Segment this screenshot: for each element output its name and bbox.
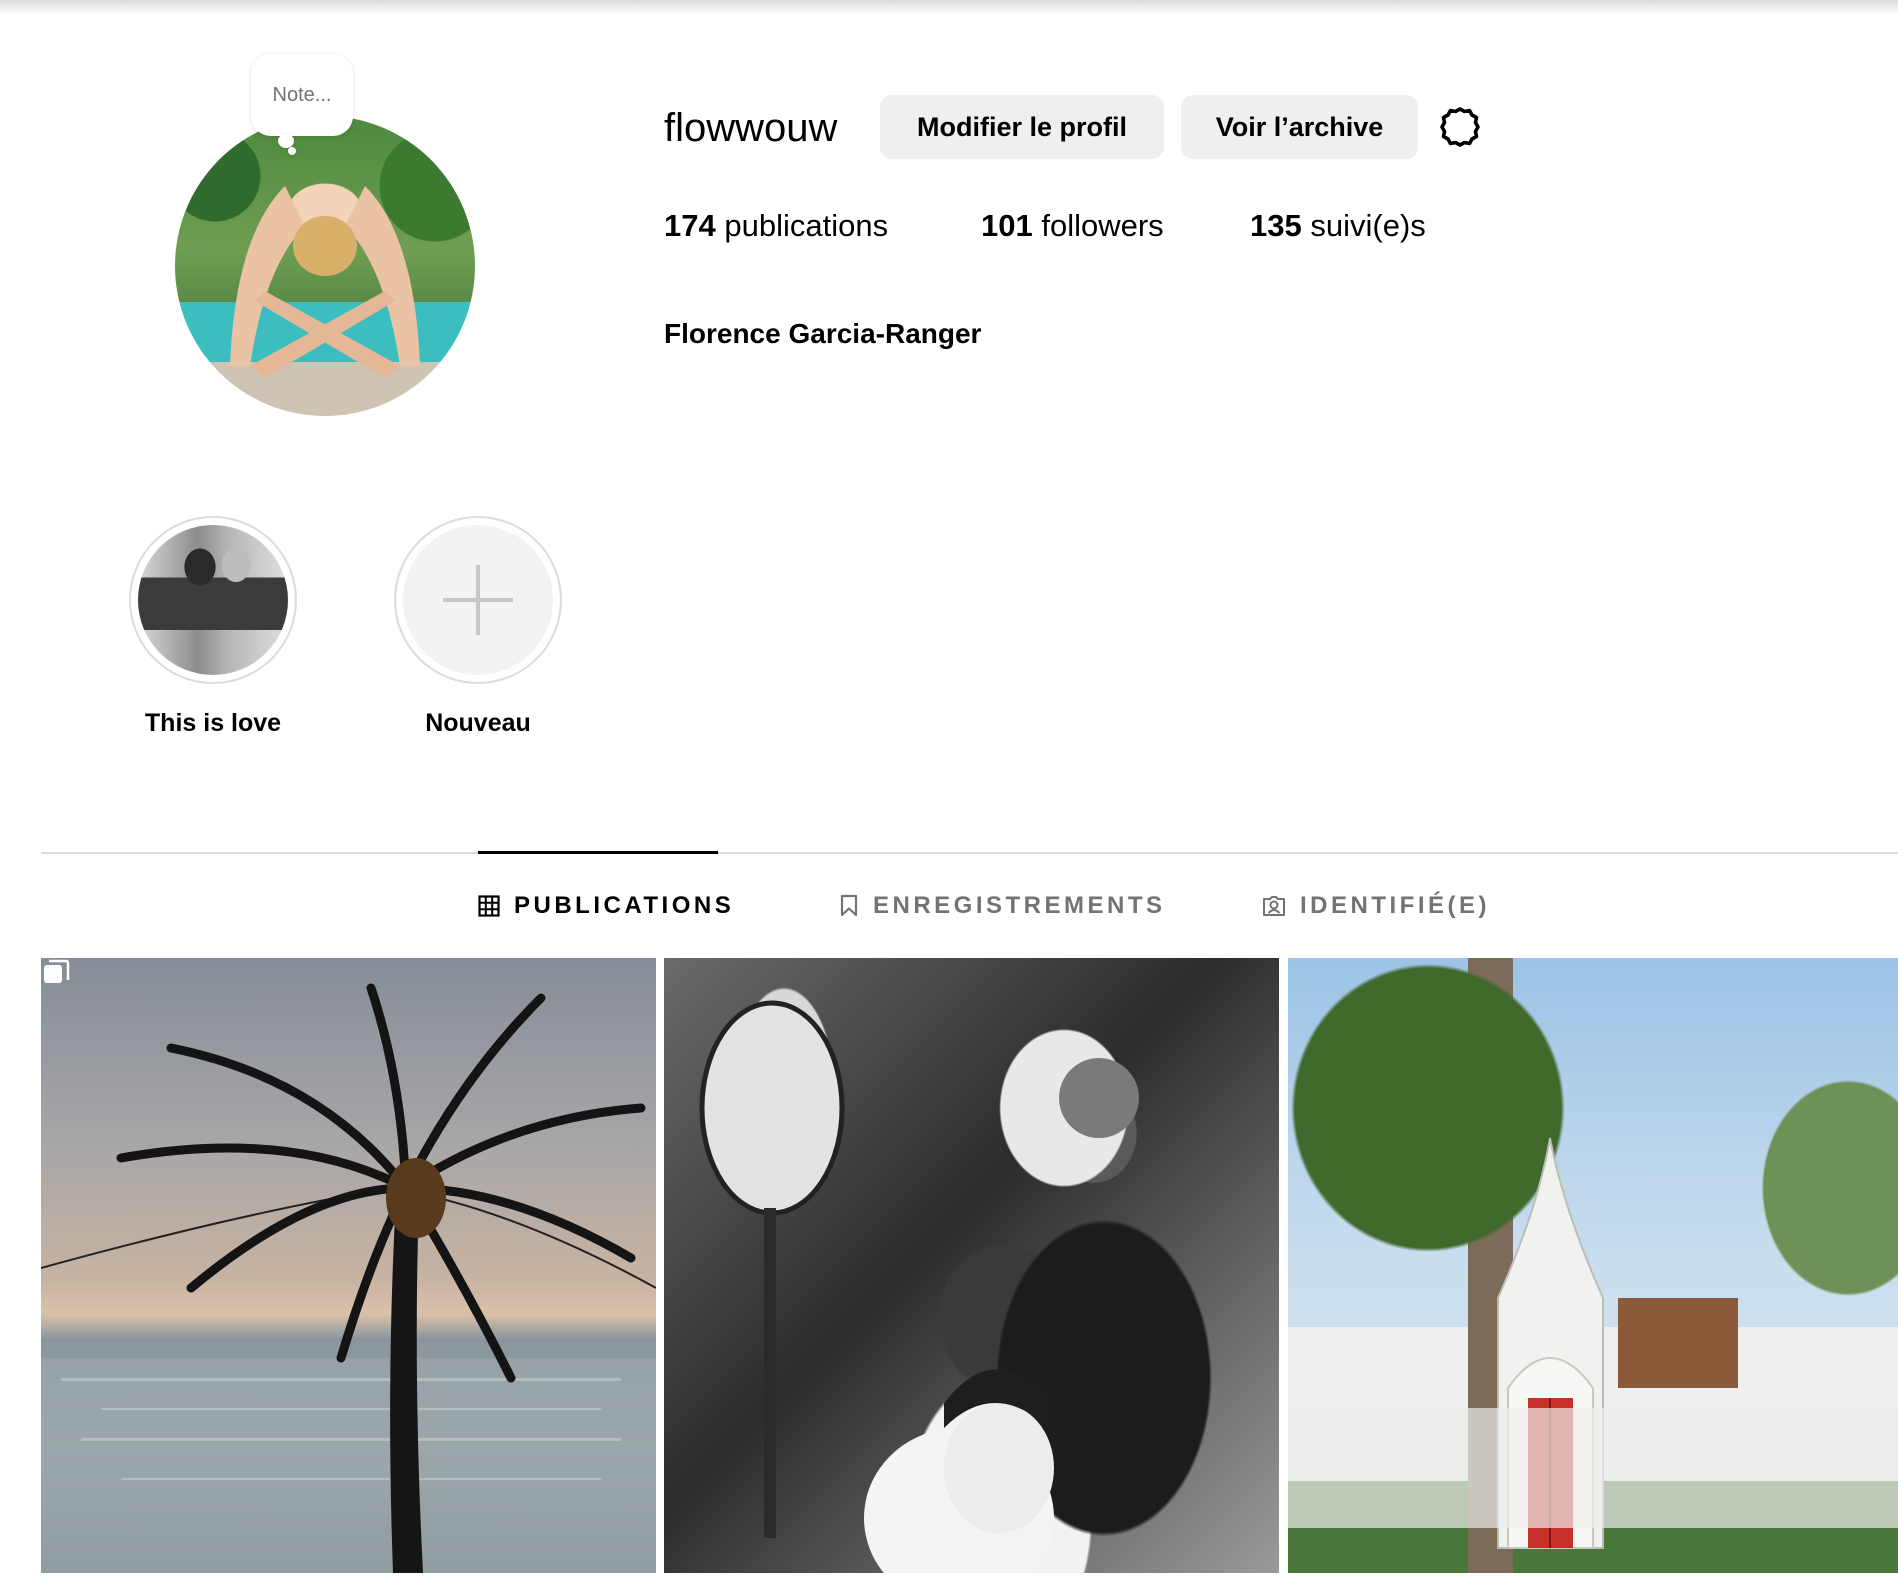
tab-saved[interactable]: ENREGISTREMENTS	[839, 888, 1166, 924]
username: flowwouw	[664, 106, 838, 150]
tagged-user-icon	[1263, 896, 1285, 916]
highlight-cover-image	[138, 525, 288, 675]
new-highlight-button[interactable]	[394, 516, 562, 684]
posts-count: 174	[664, 208, 716, 243]
tabs-divider	[41, 852, 1898, 854]
post-thumbnail[interactable]	[1288, 958, 1898, 1573]
profile-avatar[interactable]	[175, 116, 475, 416]
highlight-label: This is love	[144, 709, 282, 737]
highlight-label: Nouveau	[425, 709, 531, 737]
monk-portrait-image	[699, 1000, 1139, 1573]
followers-label: followers	[1041, 208, 1164, 243]
following-label: suivi(e)s	[1310, 208, 1426, 243]
note-bubble-tail-dot	[288, 147, 296, 155]
followers-stat[interactable]: 101 followers	[981, 206, 1164, 246]
posts-count-stat: 174 publications	[664, 206, 888, 246]
new-highlight-circle	[403, 525, 553, 675]
following-count: 135	[1250, 208, 1302, 243]
followers-count: 101	[981, 208, 1033, 243]
tab-label: IDENTIFIÉ(E)	[1300, 892, 1490, 919]
avatar-figure	[230, 186, 420, 378]
view-archive-button[interactable]: Voir l’archive	[1181, 95, 1418, 159]
tab-label: PUBLICATIONS	[514, 892, 735, 919]
following-stat[interactable]: 135 suivi(e)s	[1250, 206, 1426, 246]
multiple-photos-icon	[44, 959, 70, 983]
post-thumbnail[interactable]	[664, 958, 1279, 1573]
tab-tagged[interactable]: IDENTIFIÉ(E)	[1262, 888, 1490, 924]
temple-gate-image	[1288, 1137, 1898, 1549]
edit-profile-button[interactable]: Modifier le profil	[880, 95, 1164, 159]
active-tab-indicator	[478, 851, 718, 854]
note-placeholder: Note...	[272, 83, 332, 106]
full-name: Florence Garcia-Ranger	[664, 318, 982, 349]
settings-gear-icon[interactable]	[1436, 103, 1484, 151]
posts-label: publications	[724, 208, 889, 243]
bookmark-icon	[840, 894, 858, 917]
grid-icon	[478, 895, 500, 917]
tab-label: ENREGISTREMENTS	[873, 892, 1166, 919]
note-bubble[interactable]: Note...	[251, 54, 353, 136]
plus-icon	[443, 565, 513, 635]
tab-publications[interactable]: PUBLICATIONS	[478, 888, 734, 924]
note-bubble-tail	[278, 134, 294, 148]
post-thumbnail[interactable]	[41, 958, 656, 1573]
palm-tree-image	[41, 983, 656, 1573]
highlight-this-is-love[interactable]	[129, 516, 297, 684]
window-top-shadow	[0, 0, 1898, 14]
